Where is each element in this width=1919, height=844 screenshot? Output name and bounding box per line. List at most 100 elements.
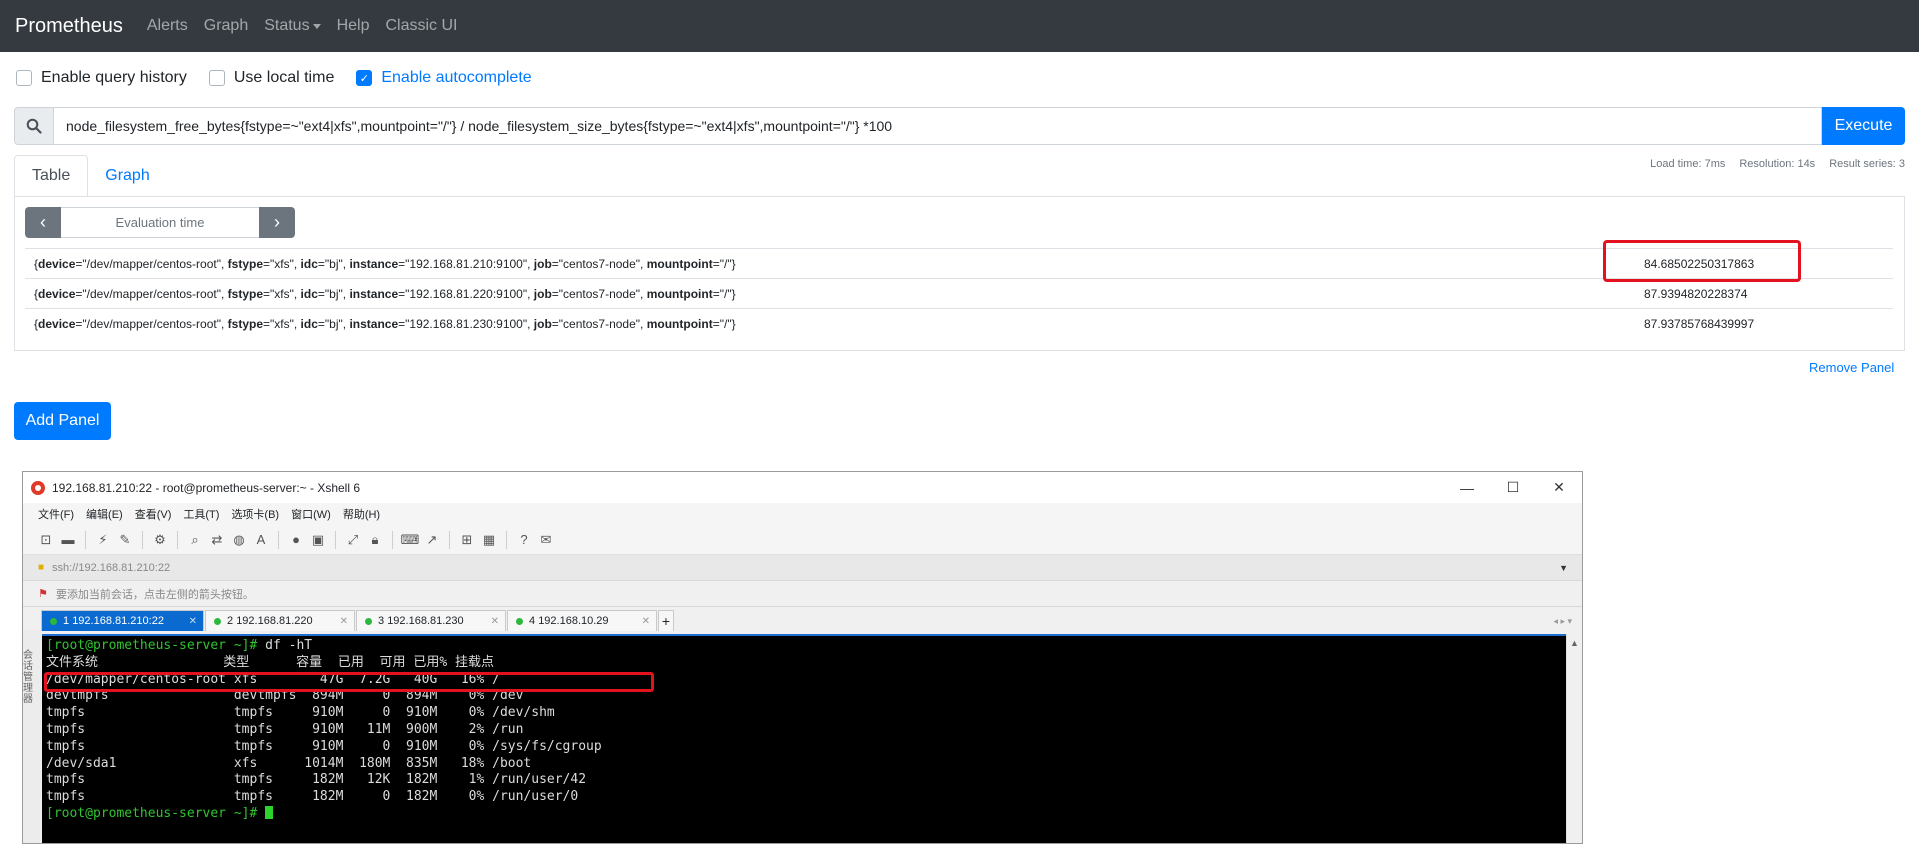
connect-icon[interactable]: ⚡: [95, 532, 111, 548]
close-icon[interactable]: ✕: [1536, 472, 1582, 503]
nav-help[interactable]: Help: [337, 17, 370, 35]
nav-status-dropdown[interactable]: Status: [264, 17, 321, 35]
expression-input[interactable]: node_filesystem_free_bytes{fstype=~"ext4…: [54, 107, 1822, 145]
series-value: 87.93785768439997: [1644, 316, 1755, 331]
close-tab-icon[interactable]: ✕: [642, 616, 650, 627]
keyboard-icon[interactable]: ⌨: [401, 532, 420, 548]
new-session-icon[interactable]: ⊡: [38, 532, 54, 548]
terminal-prompt: [root@prometheus-server ~]#: [46, 805, 258, 821]
session-tab-label: 192.168.81.230: [387, 615, 464, 627]
script-icon[interactable]: ▣: [310, 532, 326, 548]
top-navbar: Prometheus Alerts Graph Status Help Clas…: [0, 0, 1919, 52]
session-hint-text: 要添加当前会话，点击左侧的箭头按钮。: [55, 588, 254, 601]
terminal-scrollbar[interactable]: ▲: [1566, 634, 1582, 843]
session-tab-3[interactable]: 3 192.168.81.230 ✕: [356, 610, 506, 631]
close-tab-icon[interactable]: ✕: [189, 616, 197, 627]
globe-icon[interactable]: ◍: [231, 532, 247, 548]
disconnect-icon[interactable]: ✎: [117, 532, 133, 548]
local-time-option[interactable]: Use local time: [208, 69, 334, 87]
execute-button[interactable]: Execute: [1822, 107, 1905, 145]
compose-icon[interactable]: ↗: [424, 532, 440, 548]
connected-dot-icon: [50, 617, 57, 625]
series-labels: {device="/dev/mapper/centos-root", fstyp…: [34, 286, 736, 301]
terminal-output[interactable]: [root@prometheus-server ~]# df -hT 文件系统 …: [42, 634, 1567, 843]
add-panel-button[interactable]: Add Panel: [14, 402, 111, 440]
maximize-icon[interactable]: ☐: [1490, 472, 1536, 503]
autocomplete-checkbox[interactable]: ✓: [356, 70, 373, 86]
evaluation-time-input[interactable]: Evaluation time: [61, 207, 259, 238]
properties-icon[interactable]: ⚙: [152, 532, 168, 548]
xftp-icon[interactable]: ●: [288, 532, 304, 548]
session-tab-label: 192.168.10.29: [538, 615, 609, 627]
resolution: Resolution: 14s: [1739, 158, 1816, 170]
window-controls: — ☐ ✕: [1444, 472, 1582, 503]
nav-alerts[interactable]: Alerts: [147, 17, 188, 35]
help-icon[interactable]: ?: [516, 532, 532, 548]
session-tab-2[interactable]: 2 192.168.81.220 ✕: [205, 610, 355, 631]
session-tab-4[interactable]: 4 192.168.10.29 ✕: [507, 610, 657, 631]
menu-tabs[interactable]: 选项卡(B): [231, 506, 279, 522]
xshell-window: 192.168.81.210:22 - root@prometheus-serv…: [22, 471, 1583, 844]
chat-icon[interactable]: ✉: [538, 532, 554, 548]
query-history-checkbox[interactable]: [16, 70, 32, 86]
dropdown-arrow-icon[interactable]: ▼: [1559, 563, 1568, 573]
query-history-label: Enable query history: [41, 69, 187, 86]
query-bar: node_filesystem_free_bytes{fstype=~"ext4…: [14, 107, 1905, 145]
tab-table[interactable]: Table: [14, 155, 89, 197]
query-stats: Load time: 7ms Resolution: 14s Result se…: [1650, 158, 1905, 170]
new-tab-button[interactable]: +: [658, 610, 674, 631]
connected-dot-icon: [365, 617, 372, 625]
toolbar-separator: [85, 530, 86, 549]
minimize-icon[interactable]: —: [1444, 472, 1490, 503]
terminal-cursor: [265, 805, 274, 819]
session-tab-1[interactable]: 1 192.168.81.210:22 ✕: [41, 610, 204, 631]
add-tab-icon[interactable]: ⊞: [459, 532, 475, 548]
address-bar[interactable]: ■ ssh://192.168.81.210:22 ▼: [23, 555, 1582, 581]
tab-scroll-arrows-icon[interactable]: ◂ ▸ ▾: [1553, 616, 1572, 627]
open-folder-icon[interactable]: ▬: [60, 532, 76, 548]
layout-icon[interactable]: ▦: [481, 532, 497, 548]
query-history-option[interactable]: Enable query history: [16, 69, 187, 87]
tab-graph[interactable]: Graph: [88, 155, 166, 197]
series-labels: {device="/dev/mapper/centos-root", fstyp…: [34, 316, 736, 331]
xshell-logo-icon: [31, 480, 45, 495]
font-icon[interactable]: A: [253, 532, 269, 548]
series-value: 87.9394820228374: [1644, 286, 1748, 301]
session-tab-num: 1: [63, 615, 70, 627]
series-labels: {device="/dev/mapper/centos-root", fstyp…: [34, 256, 736, 271]
menu-view[interactable]: 查看(V): [135, 506, 172, 522]
brand-logo[interactable]: Prometheus: [15, 15, 123, 38]
df-line: tmpfs tmpfs 182M 12K 182M 1% /run/user/4…: [46, 772, 587, 788]
fullscreen-icon[interactable]: ⤢: [345, 532, 361, 548]
menu-tools[interactable]: 工具(T): [183, 506, 219, 522]
toolbar-separator: [142, 530, 143, 549]
session-manager-strip[interactable]: 会话管理器: [23, 630, 41, 843]
xshell-titlebar: 192.168.81.210:22 - root@prometheus-serv…: [23, 472, 1582, 503]
connected-dot-icon: [214, 617, 221, 625]
menu-edit[interactable]: 编辑(E): [86, 506, 123, 522]
session-tab-label: 192.168.81.220: [236, 615, 313, 627]
remove-panel-link[interactable]: Remove Panel: [1809, 360, 1894, 375]
transfer-icon[interactable]: ⇄: [209, 532, 225, 548]
autocomplete-option[interactable]: ✓ Enable autocomplete: [356, 69, 532, 87]
local-time-checkbox[interactable]: [208, 70, 225, 86]
session-hint-bar: ⚑ 要添加当前会话，点击左侧的箭头按钮。: [23, 581, 1582, 607]
df-line: /dev/sda1 xfs 1014M 180M 835M 18% /boot: [46, 755, 532, 771]
lock-icon[interactable]: 🔒︎: [367, 532, 383, 548]
menu-help[interactable]: 帮助(H): [343, 506, 380, 522]
nav-graph[interactable]: Graph: [204, 17, 248, 35]
close-tab-icon[interactable]: ✕: [340, 616, 348, 627]
menu-window[interactable]: 窗口(W): [291, 506, 331, 522]
chevron-right-icon[interactable]: ›: [259, 207, 295, 238]
menu-file[interactable]: 文件(F): [38, 506, 74, 522]
find-icon[interactable]: ⌕: [187, 532, 203, 548]
bookmark-icon[interactable]: ⚑: [38, 587, 48, 600]
nav-classic-ui[interactable]: Classic UI: [385, 17, 457, 35]
session-tab-label: 192.168.81.210:22: [72, 615, 164, 627]
terminal-command: df -hT: [257, 638, 313, 653]
table-row: {device="/dev/mapper/centos-root", fstyp…: [25, 278, 1893, 308]
session-tabs: 1 192.168.81.210:22 ✕ 2 192.168.81.220 ✕…: [23, 607, 1582, 631]
toolbar-separator: [506, 530, 507, 549]
close-tab-icon[interactable]: ✕: [491, 616, 499, 627]
chevron-left-icon[interactable]: ‹: [25, 207, 61, 238]
